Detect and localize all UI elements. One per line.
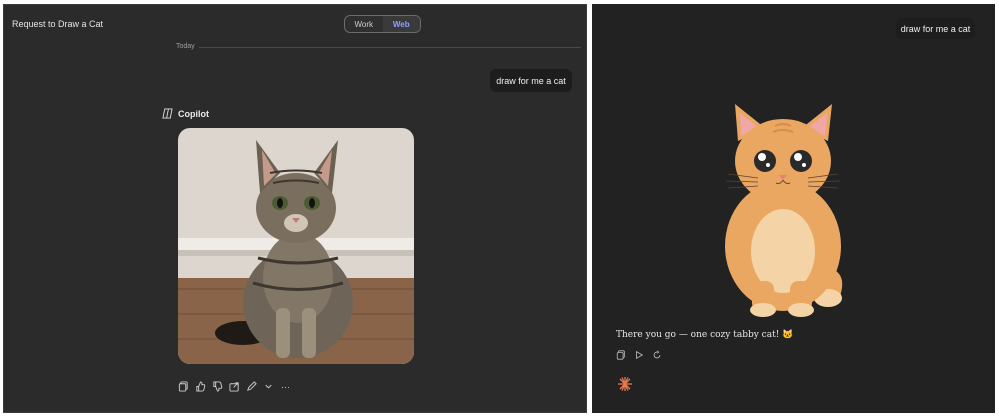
copilot-logo-icon xyxy=(162,108,173,119)
mode-option-work[interactable]: Work xyxy=(345,16,383,32)
spark-icon xyxy=(618,377,632,391)
copy-icon[interactable] xyxy=(178,381,189,392)
right-chat-window: draw for me a cat There you go — one coz… xyxy=(592,4,995,413)
generated-cat-image[interactable] xyxy=(178,128,414,364)
thumbs-down-icon[interactable] xyxy=(212,381,223,392)
more-icon[interactable]: ··· xyxy=(280,381,291,392)
user-message-bubble: draw for me a cat xyxy=(490,69,572,92)
assistant-reply-text: There you go — one cozy tabby cat! 🐱 xyxy=(616,330,794,340)
play-icon[interactable] xyxy=(634,350,644,360)
chevron-down-icon[interactable] xyxy=(263,381,274,392)
mode-option-web[interactable]: Web xyxy=(382,16,420,32)
mode-toggle[interactable]: Work Web xyxy=(344,15,421,33)
assistant-name: Copilot xyxy=(178,108,209,119)
share-icon[interactable] xyxy=(229,381,240,392)
window-title: Request to Draw a Cat xyxy=(12,19,104,29)
message-actions: ··· xyxy=(178,381,291,392)
user-message-bubble: draw for me a cat xyxy=(896,18,975,39)
thumbs-up-icon[interactable] xyxy=(195,381,206,392)
refresh-icon[interactable] xyxy=(652,350,662,360)
reply-actions xyxy=(616,350,662,360)
cartoon-cat-drawing[interactable] xyxy=(720,96,855,321)
date-separator-line xyxy=(199,47,581,48)
copy-icon[interactable] xyxy=(616,350,626,360)
date-separator-label: Today xyxy=(176,43,195,50)
left-chat-window: Request to Draw a Cat Work Web Today dra… xyxy=(3,4,587,413)
assistant-header: Copilot xyxy=(162,108,209,119)
cat-photo-illustration xyxy=(178,128,414,364)
edit-icon[interactable] xyxy=(246,381,257,392)
